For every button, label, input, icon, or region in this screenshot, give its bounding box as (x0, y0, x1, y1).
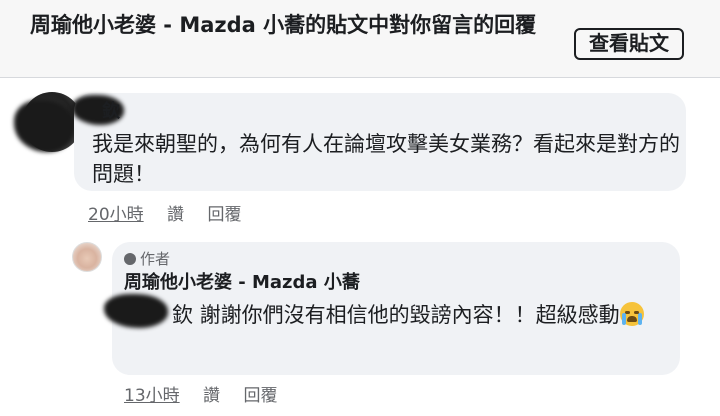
author-badge-icon (124, 252, 136, 265)
like-button[interactable]: 讚 (167, 205, 184, 225)
author-badge-label: 作者 (140, 250, 171, 268)
comment-author-name[interactable]: 欽 (102, 101, 120, 123)
header-title: 周瑜他小老婆 - Mazda 小蕎的貼文中對你留言的回覆 (30, 13, 537, 37)
author-avatar[interactable] (72, 242, 102, 272)
reply-bubble: 作者 周瑜他小老婆 - Mazda 小蕎 欽 謝謝你們沒有相信他的毀謗內容！！超… (104, 242, 680, 375)
reply-author-name[interactable]: 周瑜他小老婆 - Mazda 小蕎 (124, 272, 360, 294)
comment-text: 我是來朝聖的，為何有人在論壇攻擊美女業務？看起來是對方的問題！ (92, 132, 680, 186)
view-post-button[interactable]: 查看貼文 (574, 28, 684, 60)
reply-reply-button[interactable]: 回覆 (243, 386, 277, 406)
reply-body: 謝謝你們沒有相信他的毀謗內容！！超級感動 (193, 303, 620, 327)
reply-timestamp[interactable]: 13小時 (124, 386, 180, 406)
reply-text: 欽 謝謝你們沒有相信他的毀謗內容！！超級感動 (124, 300, 676, 330)
author-badge: 作者 (124, 248, 170, 269)
redaction-smudge (14, 100, 74, 152)
comment-actions: 20小時 讚 回覆 (88, 200, 259, 225)
reply-button[interactable]: 回覆 (207, 205, 241, 225)
reply-actions: 13小時 讚 回覆 (124, 381, 295, 406)
reply-like-button[interactable]: 讚 (203, 386, 220, 406)
mention-tag[interactable]: 欽 (172, 303, 193, 327)
notification-header: 周瑜他小老婆 - Mazda 小蕎的貼文中對你留言的回覆 查看貼文 (0, 0, 720, 78)
loudly-crying-face-emoji (619, 302, 644, 326)
comment-bubble: 欽 我是來朝聖的，為何有人在論壇攻擊美女業務？看起來是對方的問題！ (72, 93, 686, 191)
comment-timestamp[interactable]: 20小時 (88, 205, 144, 225)
